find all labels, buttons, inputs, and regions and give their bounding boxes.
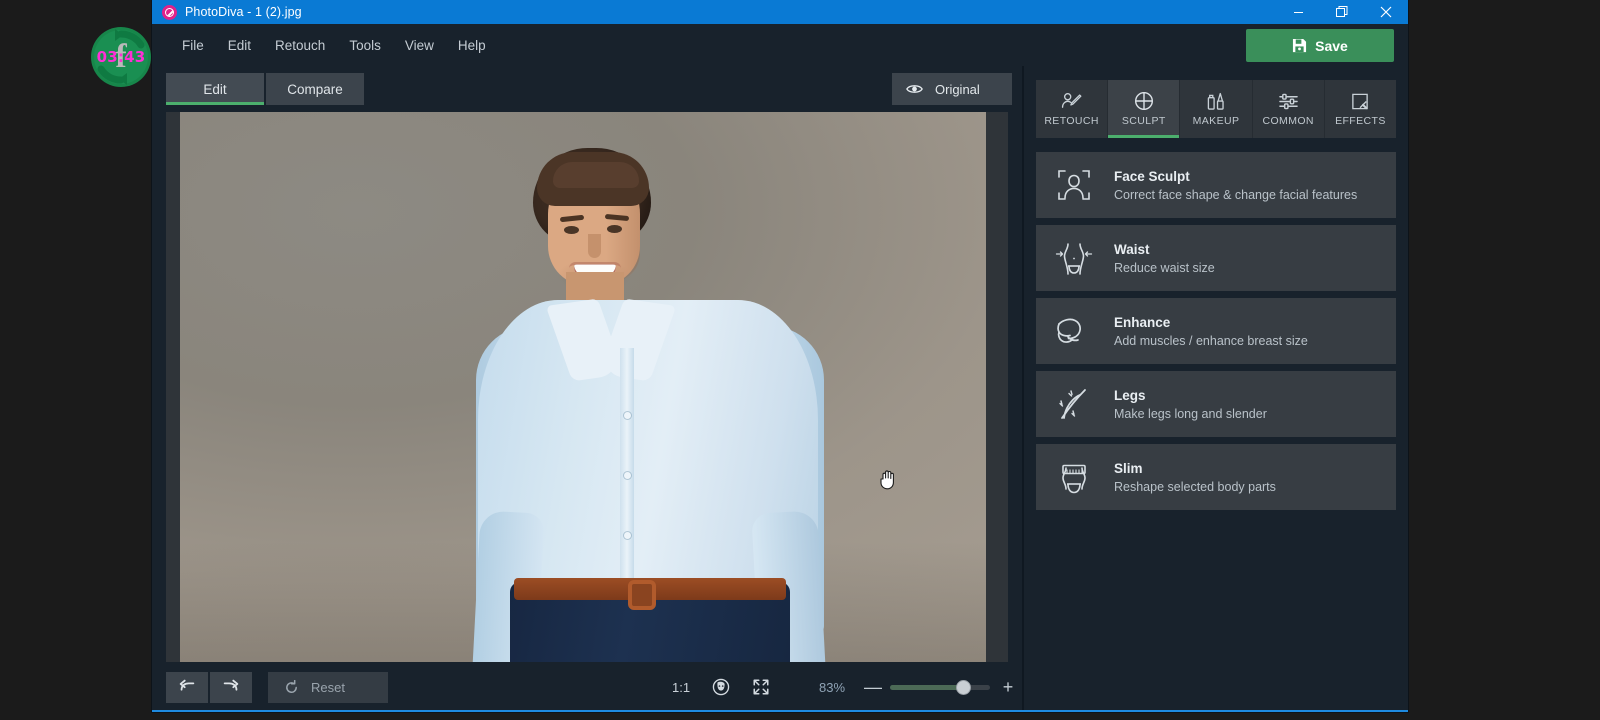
face-sculpt-icon — [1052, 169, 1096, 201]
reset-label: Reset — [311, 679, 345, 695]
tool-desc: Add muscles / enhance breast size — [1114, 333, 1308, 348]
tab-retouch-label: RETOUCH — [1044, 115, 1099, 127]
tool-name: Waist — [1114, 241, 1150, 257]
tab-common[interactable]: COMMON — [1252, 80, 1325, 138]
menu-item-tools[interactable]: Tools — [337, 32, 393, 59]
eye-icon — [906, 83, 923, 95]
menu-item-edit[interactable]: Edit — [216, 32, 263, 59]
tab-makeup-label: MAKEUP — [1192, 115, 1240, 127]
zoom-slider-knob[interactable] — [956, 679, 971, 695]
photo-subject — [180, 112, 986, 662]
desktop-background: PhotoDiva - 1 (2).jpg File Edit Retouch … — [0, 0, 1600, 720]
legs-icon — [1052, 387, 1096, 421]
tab-effects[interactable]: EFFECTS — [1324, 80, 1397, 138]
original-toggle-button[interactable]: Original — [892, 73, 1012, 105]
tool-desc: Reduce waist size — [1114, 260, 1215, 275]
tool-face-sculpt[interactable]: Face Sculpt Correct face shape & change … — [1036, 152, 1396, 218]
tab-compare[interactable]: Compare — [266, 73, 364, 105]
editor-bottom-bar: Reset 1:1 83% — + — [152, 662, 1022, 712]
edited-photo[interactable] — [180, 112, 986, 662]
right-panel: RETOUCH SCULPT MAKEUP COMMON EFFECTS Fac… — [1022, 66, 1408, 712]
face-grid-icon — [1134, 91, 1154, 111]
tool-name: Enhance — [1114, 314, 1171, 330]
tab-edit-label: Edit — [203, 81, 227, 97]
editor-toolbar: Edit Compare Original — [152, 66, 1022, 112]
menu-item-retouch[interactable]: Retouch — [263, 32, 337, 59]
reset-button[interactable]: Reset — [268, 671, 388, 703]
fit-to-screen-icon[interactable] — [752, 678, 770, 696]
zoom-level-group: 83% — + — [810, 662, 1016, 712]
zoom-percent-label: 83% — [818, 679, 846, 695]
portrait-brush-icon — [1061, 91, 1082, 111]
recording-timer: 03:43 — [96, 48, 146, 66]
undo-arrow-icon — [177, 679, 197, 695]
zoom-out-button[interactable]: — — [864, 678, 882, 696]
tool-desc: Reshape selected body parts — [1114, 479, 1276, 494]
minimize-button[interactable] — [1276, 0, 1320, 24]
waist-icon — [1052, 240, 1096, 276]
screen-recording-badge[interactable]: f 03:43 — [91, 27, 151, 87]
tab-sculpt-label: SCULPT — [1121, 115, 1166, 127]
floppy-disk-icon — [1292, 38, 1307, 53]
zoom-in-button[interactable]: + — [1000, 678, 1016, 696]
menu-item-view[interactable]: View — [393, 32, 446, 59]
tool-desc: Make legs long and slender — [1114, 406, 1267, 421]
maximize-button[interactable] — [1320, 0, 1364, 24]
redo-button[interactable] — [210, 671, 252, 703]
redo-arrow-icon — [221, 679, 241, 695]
grab-hand-cursor — [880, 468, 898, 490]
slim-measure-icon — [1052, 459, 1096, 495]
tool-name: Legs — [1114, 387, 1146, 403]
save-button-label: Save — [1315, 37, 1348, 54]
photodiva-window: PhotoDiva - 1 (2).jpg File Edit Retouch … — [152, 0, 1408, 712]
tool-waist[interactable]: Waist Reduce waist size — [1036, 225, 1396, 291]
tab-sculpt[interactable]: SCULPT — [1108, 80, 1181, 138]
tool-enhance[interactable]: Enhance Add muscles / enhance breast siz… — [1036, 298, 1396, 364]
effects-wand-icon — [1350, 91, 1370, 111]
zoom-slider[interactable] — [890, 679, 990, 695]
window-bottom-accent — [152, 710, 1408, 712]
tool-name: Face Sculpt — [1114, 168, 1190, 184]
reset-circular-arrow-icon — [284, 679, 299, 695]
makeup-tools-icon — [1206, 91, 1226, 111]
tab-retouch[interactable]: RETOUCH — [1036, 80, 1109, 138]
muscle-arm-icon — [1052, 315, 1096, 347]
panel-tabs: RETOUCH SCULPT MAKEUP COMMON EFFECTS — [1036, 80, 1397, 138]
zoom-tools-group: 1:1 — [672, 662, 770, 712]
original-label: Original — [935, 81, 980, 97]
menu-item-help[interactable]: Help — [446, 32, 498, 59]
tool-legs[interactable]: Legs Make legs long and slender — [1036, 371, 1396, 437]
menu-item-file[interactable]: File — [170, 32, 216, 59]
photodiva-logo-icon — [162, 4, 177, 20]
tab-common-label: COMMON — [1262, 115, 1314, 127]
save-button[interactable]: Save — [1246, 29, 1394, 62]
sliders-icon — [1278, 91, 1299, 111]
tool-slim[interactable]: Slim Reshape selected body parts — [1036, 444, 1396, 510]
sculpt-tool-list: Face Sculpt Correct face shape & change … — [1036, 152, 1396, 510]
menu-bar: File Edit Retouch Tools View Help Save — [152, 24, 1408, 66]
fit-ratio-button[interactable]: 1:1 — [672, 680, 690, 695]
tab-compare-label: Compare — [287, 81, 343, 97]
tab-edit[interactable]: Edit — [166, 73, 264, 105]
tool-desc: Correct face shape & change facial featu… — [1114, 187, 1358, 202]
undo-button[interactable] — [166, 671, 208, 703]
window-titlebar: PhotoDiva - 1 (2).jpg — [152, 0, 1408, 24]
face-zoom-icon[interactable] — [712, 678, 730, 696]
image-canvas[interactable] — [166, 112, 1008, 662]
tab-effects-label: EFFECTS — [1335, 115, 1386, 127]
window-title: PhotoDiva - 1 (2).jpg — [185, 5, 302, 19]
tool-name: Slim — [1114, 460, 1143, 476]
close-button[interactable] — [1364, 0, 1408, 24]
window-body: Edit Compare Original Reset 1:1 83% — + … — [152, 66, 1408, 712]
tab-makeup[interactable]: MAKEUP — [1180, 80, 1253, 138]
editor-area: Edit Compare Original Reset 1:1 83% — + — [152, 66, 1022, 712]
